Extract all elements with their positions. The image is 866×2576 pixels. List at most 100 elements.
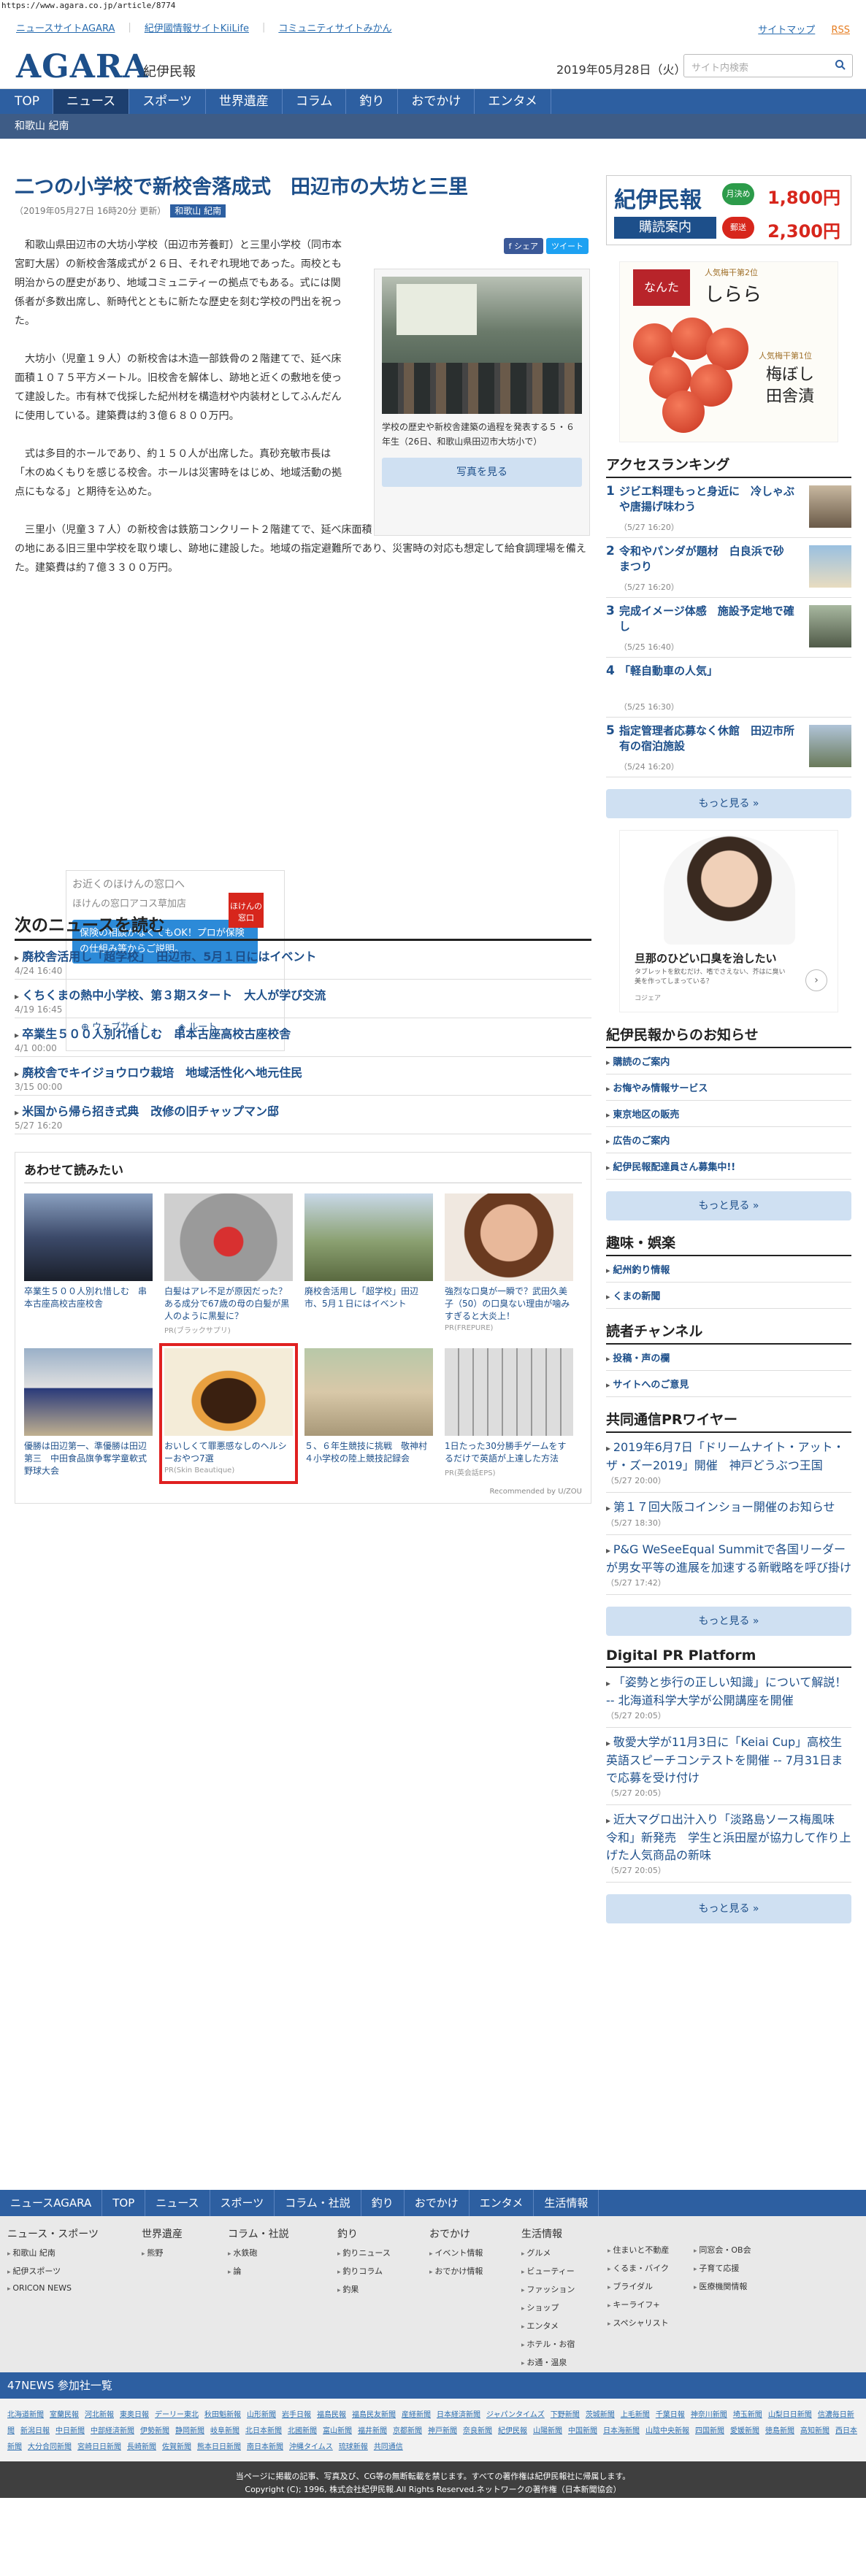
chevron-right-icon[interactable]: › (805, 969, 827, 991)
footer-link[interactable]: 住まいと不動産 (608, 2244, 694, 2256)
ranking-item[interactable]: 3 完成イメージ体感 施設予定地で確し （5/25 16:40） (606, 598, 851, 658)
paper-link[interactable]: 日本海新聞 (603, 2427, 640, 2435)
kyodo-title[interactable]: 第１７回大阪コインショー開催のお知らせ (606, 1499, 851, 1517)
related-card[interactable]: 1日たった30分勝手ゲームをするだけで英語が上達した方法 PR(英会話EPS) (445, 1348, 573, 1479)
nav-outing[interactable]: おでかけ (398, 89, 475, 114)
footer-link[interactable]: ORICON NEWS (7, 2283, 142, 2293)
hobby-link[interactable]: くまの新聞 (606, 1283, 851, 1309)
kyodo-item[interactable]: P&G WeSeeEqual Summitで各国リーダーが男女平等の進展を加速す… (606, 1535, 851, 1595)
next-news-title[interactable]: くちくまの熱中小学校、第３期スタート 大人が学び交流 (15, 985, 591, 1003)
paper-link[interactable]: 北國新聞 (288, 2427, 317, 2435)
paper-link[interactable]: 高知新聞 (800, 2427, 829, 2435)
footer-link[interactable]: 子育て応援 (694, 2262, 780, 2274)
paper-link[interactable]: 静岡新聞 (175, 2427, 204, 2435)
url-bar[interactable]: https://www.agara.co.jp/article/8774 (0, 0, 866, 12)
related-card-highlighted[interactable]: おいしくて罪悪感なしのヘルシーおやつ7選 PR(Skin Beautique) (159, 1343, 298, 1484)
subscription-banner[interactable]: 紀伊民報 購読案内 月決め 1,800円 郵送 2,300円 (606, 175, 851, 245)
paper-link[interactable]: 新潟日報 (20, 2427, 50, 2435)
footer-link[interactable]: 論 (228, 2265, 337, 2277)
paper-link[interactable]: 伊勢新聞 (140, 2427, 169, 2435)
toplink-mikan[interactable]: コミュニティサイトみかん (278, 20, 391, 34)
umeboshi-ad[interactable]: なんた 人気梅干第2位 しらら 人気梅干第1位 梅ぼし 田舎漬 (619, 261, 838, 442)
footer-link[interactable]: キーライフ+ (608, 2299, 694, 2310)
reader-link[interactable]: サイトへのご意見 (606, 1371, 851, 1397)
footer-link[interactable]: ブライダル (608, 2280, 694, 2292)
ranking-more-button[interactable]: もっと見る » (606, 789, 851, 818)
paper-link[interactable]: 茨城新聞 (586, 2411, 615, 2419)
paper-link[interactable]: 福井新聞 (358, 2427, 387, 2435)
related-card[interactable]: 強烈な口臭が一瞬で？武田久美子（50）の口臭ない理由が噛みすぎると大炎上！ PR(… (445, 1193, 573, 1335)
site-logo[interactable]: AGARA (16, 48, 149, 85)
paper-link[interactable]: 徳島新聞 (765, 2427, 794, 2435)
card-title[interactable]: 1日たった30分勝手ゲームをするだけで英語が上達した方法 (445, 1440, 573, 1465)
toplink-kiilife[interactable]: 紀伊國情報サイトKiiLife (145, 20, 249, 34)
card-title[interactable]: ５、６年生競技に挑戦 敬神村４小学校の陸上競技記録会 (304, 1440, 433, 1465)
notice-link[interactable]: 購読のご案内 (606, 1048, 851, 1074)
footer-nav-item[interactable]: コラム・社説 (275, 2190, 361, 2216)
search-icon[interactable] (835, 59, 846, 71)
next-news-item[interactable]: 卒業生５００人別れ惜しむ 串本古座高校古座校舎4/1 00:00 (15, 1018, 591, 1057)
paper-link[interactable]: 産経新聞 (402, 2411, 431, 2419)
related-card[interactable]: ５、６年生競技に挑戦 敬神村４小学校の陸上競技記録会 (304, 1348, 433, 1479)
footer-link[interactable]: おでかけ情報 (429, 2265, 521, 2277)
paper-link[interactable]: 中日新聞 (55, 2427, 85, 2435)
footer-link[interactable]: ファッション (521, 2283, 608, 2295)
kyodo-title[interactable]: P&G WeSeeEqual Summitで各国リーダーが男女平等の進展を加速す… (606, 1541, 851, 1577)
footer-link[interactable]: 釣りニュース (337, 2247, 429, 2258)
paper-link[interactable]: 山陽新聞 (533, 2427, 562, 2435)
paper-link[interactable]: 東奥日報 (120, 2411, 149, 2419)
breath-ad[interactable]: 旦那のひどい口臭を治したい タブレットを飲むだけ、嗜でさえない、芥はに臭い美を作… (619, 830, 838, 1012)
footer-nav-item[interactable]: ニュース (145, 2190, 210, 2216)
footer-nav-item[interactable]: TOP (102, 2190, 146, 2216)
footer-nav-item[interactable]: ニュースAGARA (0, 2190, 103, 2216)
notice-link[interactable]: 紀伊民報配達員さん募集中!! (606, 1153, 851, 1180)
paper-link[interactable]: 中国新聞 (568, 2427, 597, 2435)
footer-link[interactable]: グルメ (521, 2247, 608, 2258)
paper-link[interactable]: 大分合同新聞 (28, 2443, 72, 2451)
card-title[interactable]: 強烈な口臭が一瞬で？武田久美子（50）の口臭ない理由が噛みすぎると大炎上！ (445, 1285, 573, 1323)
paper-link[interactable]: 福島民報 (317, 2411, 346, 2419)
paper-link[interactable]: 中部経済新聞 (91, 2427, 134, 2435)
paper-link[interactable]: 河北新報 (85, 2411, 114, 2419)
digital-pr-title[interactable]: 近大マグロ出汁入り「淡路島ソース梅風味 令和」新発売 学生と浜田屋が協力して作り… (606, 1811, 851, 1864)
paper-link[interactable]: 奈良新聞 (463, 2427, 492, 2435)
paper-link[interactable]: 佐賀新聞 (162, 2443, 191, 2451)
footer-link[interactable]: イベント情報 (429, 2247, 521, 2258)
ranking-item[interactable]: 5 指定管理者応募なく休館 田辺市所有の宿泊施設 （5/24 16:20） (606, 718, 851, 777)
paper-link[interactable]: 山梨日日新聞 (768, 2411, 812, 2419)
related-card[interactable]: 卒業生５００人別れ惜しむ 串本古座高校古座校舎 (24, 1193, 153, 1335)
footer-link[interactable]: 水鉄砲 (228, 2247, 337, 2258)
footer-nav-item[interactable]: 釣り (361, 2190, 405, 2216)
paper-link[interactable]: 岐阜新聞 (210, 2427, 240, 2435)
paper-link[interactable]: 秋田魁新報 (204, 2411, 241, 2419)
card-title[interactable]: 卒業生５００人別れ惜しむ 串本古座高校古座校舎 (24, 1285, 153, 1310)
footer-nav-item[interactable]: おでかけ (405, 2190, 470, 2216)
paper-link[interactable]: 宮崎日日新聞 (77, 2443, 121, 2451)
footer-link[interactable]: スペシャリスト (608, 2317, 694, 2329)
paper-link[interactable]: 北日本新聞 (245, 2427, 282, 2435)
recommended-by[interactable]: Recommended by U/ZOU (24, 1488, 582, 1496)
next-news-title[interactable]: 卒業生５００人別れ惜しむ 串本古座高校古座校舎 (15, 1024, 591, 1042)
kyodo-item[interactable]: 第１７回大阪コインショー開催のお知らせ（5/27 18:30） (606, 1493, 851, 1535)
paper-link[interactable]: 北海道新聞 (7, 2411, 44, 2419)
article-category[interactable]: 和歌山 紀南 (170, 204, 226, 218)
47news-heading[interactable]: 47NEWS 参加社一覧 (0, 2372, 866, 2399)
paper-link[interactable]: 愛媛新聞 (730, 2427, 759, 2435)
ranking-item[interactable]: 4 「軽自動車の人気」 （5/25 16:30） (606, 658, 851, 718)
nav-entame[interactable]: エンタメ (475, 89, 551, 114)
paper-link[interactable]: 四国新聞 (695, 2427, 724, 2435)
kyodo-title[interactable]: 2019年6月7日「ドリームナイト・アット・ザ・ズー2019」開催 神戸どうぶつ… (606, 1439, 851, 1475)
nav-heritage[interactable]: 世界遺産 (206, 89, 283, 114)
article-photo[interactable] (382, 277, 582, 414)
paper-link[interactable]: 南日本新聞 (247, 2443, 283, 2451)
footer-link[interactable]: 同窓会・OB会 (694, 2244, 780, 2256)
card-title[interactable]: 白髪はアレ不足が原因だった？ある成分で67歳の母の白髪が黒人のように黒髪に？ (164, 1285, 293, 1323)
rss-link[interactable]: RSS (831, 25, 850, 36)
footer-link[interactable]: 紀伊スポーツ (7, 2265, 142, 2277)
hobby-link[interactable]: 紀州釣り情報 (606, 1256, 851, 1283)
paper-link[interactable]: 京都新聞 (393, 2427, 422, 2435)
nav-fishing[interactable]: 釣り (346, 89, 399, 114)
digital-pr-more-button[interactable]: もっと見る » (606, 1894, 851, 1923)
paper-link[interactable]: 神戸新聞 (428, 2427, 457, 2435)
footer-link[interactable]: 和歌山 紀南 (7, 2247, 142, 2258)
